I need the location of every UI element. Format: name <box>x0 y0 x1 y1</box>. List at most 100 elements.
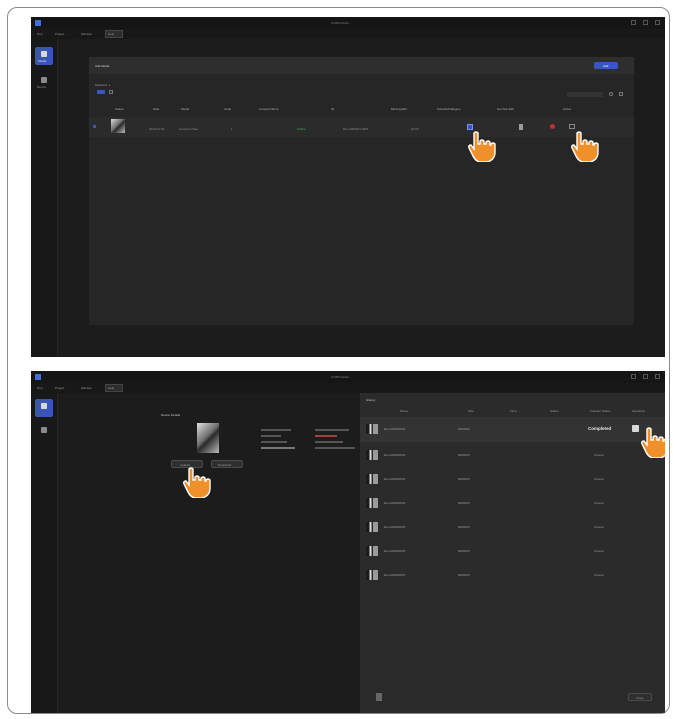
list-item[interactable]: Rec-000000007 0000000 Upload <box>360 563 665 587</box>
filter-toggle[interactable] <box>97 90 105 94</box>
media-thumbnail <box>111 119 125 133</box>
maximize-icon[interactable] <box>643 20 648 25</box>
item-status: Upload <box>594 573 604 577</box>
menu-item-project[interactable]: Project <box>55 32 64 36</box>
close-icon[interactable] <box>655 374 660 379</box>
item-thumbnail <box>366 474 378 484</box>
menu-help-label: Help <box>108 386 115 390</box>
sidebar-item-device[interactable] <box>35 423 53 441</box>
add-button[interactable]: Add <box>594 62 618 69</box>
settings-icon[interactable] <box>619 92 623 96</box>
sidebar-item-label: Device <box>37 85 47 89</box>
menu-item-project[interactable]: Project <box>55 386 64 390</box>
title-bar: OOBS Media <box>31 371 665 383</box>
card-header: Add Media Add <box>89 57 634 74</box>
list-item[interactable]: Rec-000000005 0000000 Upload <box>360 515 665 539</box>
pagination[interactable] <box>372 693 386 701</box>
item-status: Upload <box>594 477 604 481</box>
search-input[interactable] <box>567 92 603 97</box>
item-thumbnail <box>366 570 378 580</box>
pointer-hand-icon <box>183 467 211 498</box>
item-thumbnail <box>366 424 378 434</box>
column-header-status: Status <box>550 409 559 413</box>
device-info-values <box>315 429 355 459</box>
sidebar-item-media[interactable]: Media <box>35 47 53 65</box>
download-button[interactable]: Download <box>211 460 243 468</box>
list-item[interactable]: Rec-000000001 0000000 Completed <box>360 417 665 441</box>
column-header-action: Action <box>563 107 572 111</box>
window-title: OOBS Media <box>331 375 349 379</box>
sidebar-item-label: Media <box>38 59 47 63</box>
pointer-hand-icon <box>571 131 599 162</box>
top-app-window: OOBS Media Tool Project Window Help Medi… <box>31 17 665 357</box>
item-size: 0000000 <box>458 525 470 529</box>
list-item[interactable]: Rec-000000002 0000000 Upload <box>360 443 665 467</box>
item-thumbnail <box>366 450 378 460</box>
item-name: Rec-000000002 <box>384 453 406 457</box>
sidebar-item-media[interactable] <box>35 399 53 417</box>
item-size: 0000000 <box>458 427 470 431</box>
filter-label: Selected: 1 <box>95 83 111 87</box>
column-header-code: Code <box>224 107 232 111</box>
item-name: Rec-000000003 <box>384 477 406 481</box>
column-header-net-sub-edit: Net Sub Edit <box>497 107 514 111</box>
menu-item-help[interactable]: Help <box>105 30 123 38</box>
menu-item-window[interactable]: Window <box>81 386 92 390</box>
record-icon[interactable] <box>550 124 555 129</box>
item-size: 0000000 <box>458 453 470 457</box>
cell-camera: Online <box>297 127 306 131</box>
card-title: Add Media <box>95 64 110 68</box>
list-item[interactable]: Rec-000000006 0000000 Upload <box>360 539 665 563</box>
maximize-icon[interactable] <box>643 374 648 379</box>
sidebar <box>31 393 58 713</box>
item-name: Rec-000000004 <box>384 501 406 505</box>
menu-item-tool[interactable]: Tool <box>37 386 43 390</box>
close-icon[interactable] <box>655 20 660 25</box>
close-button[interactable]: Close <box>628 693 652 701</box>
window-title: OOBS Media <box>331 21 349 25</box>
item-status: Upload <box>594 525 604 529</box>
more-icon[interactable] <box>569 124 575 129</box>
sidebar-item-device[interactable]: Device <box>35 73 53 91</box>
row-divider <box>360 441 665 442</box>
column-header-operation: Operation <box>632 409 646 413</box>
column-header-status: Status <box>115 107 124 111</box>
menu-help-label: Help <box>108 32 115 36</box>
edit-icon[interactable] <box>519 124 523 130</box>
download-button-label: Download <box>218 463 232 467</box>
list-item[interactable]: Rec-000000003 0000000 Upload <box>360 467 665 491</box>
minimize-icon[interactable] <box>631 20 636 25</box>
app-logo-icon <box>35 374 41 380</box>
device-icon <box>41 427 47 433</box>
device-icon <box>41 77 47 83</box>
refresh-icon[interactable] <box>609 92 613 96</box>
item-thumbnail <box>366 498 378 508</box>
menu-item-help[interactable]: Help <box>105 384 123 392</box>
menu-item-window[interactable]: Window <box>81 32 92 36</box>
add-button-label: Add <box>603 64 609 68</box>
page-indicator[interactable] <box>376 693 382 701</box>
column-header-model: Model <box>181 107 190 111</box>
toggle-icon[interactable] <box>632 425 639 432</box>
menu-item-tool[interactable]: Tool <box>37 32 43 36</box>
column-header-size: Size <box>468 409 474 413</box>
cell-edit: 01:00 <box>411 127 419 131</box>
item-status: Upload <box>594 549 604 553</box>
device-info-block <box>261 429 301 459</box>
item-name: Rec-000000007 <box>384 573 406 577</box>
item-thumbnail <box>366 546 378 556</box>
history-panel: History Name Size Time Status Transfer S… <box>360 393 665 713</box>
menu-bar: Tool Project Window Help <box>31 383 665 393</box>
column-header-name: Name <box>400 409 409 413</box>
media-icon <box>41 403 47 409</box>
history-title: History <box>366 398 376 402</box>
media-card: Add Media Add Selected: 1 <box>89 57 634 325</box>
filter-icon[interactable] <box>109 90 113 94</box>
row-checkbox[interactable] <box>93 125 96 128</box>
column-header-date: Date <box>153 107 160 111</box>
column-header-transfer: Transfer Status <box>590 409 611 413</box>
cell-id: Rec-0000001-0001 <box>343 127 369 131</box>
minimize-icon[interactable] <box>631 374 636 379</box>
list-item[interactable]: Rec-000000004 0000000 Upload <box>360 491 665 515</box>
cell-model: Camera Video <box>179 127 199 131</box>
